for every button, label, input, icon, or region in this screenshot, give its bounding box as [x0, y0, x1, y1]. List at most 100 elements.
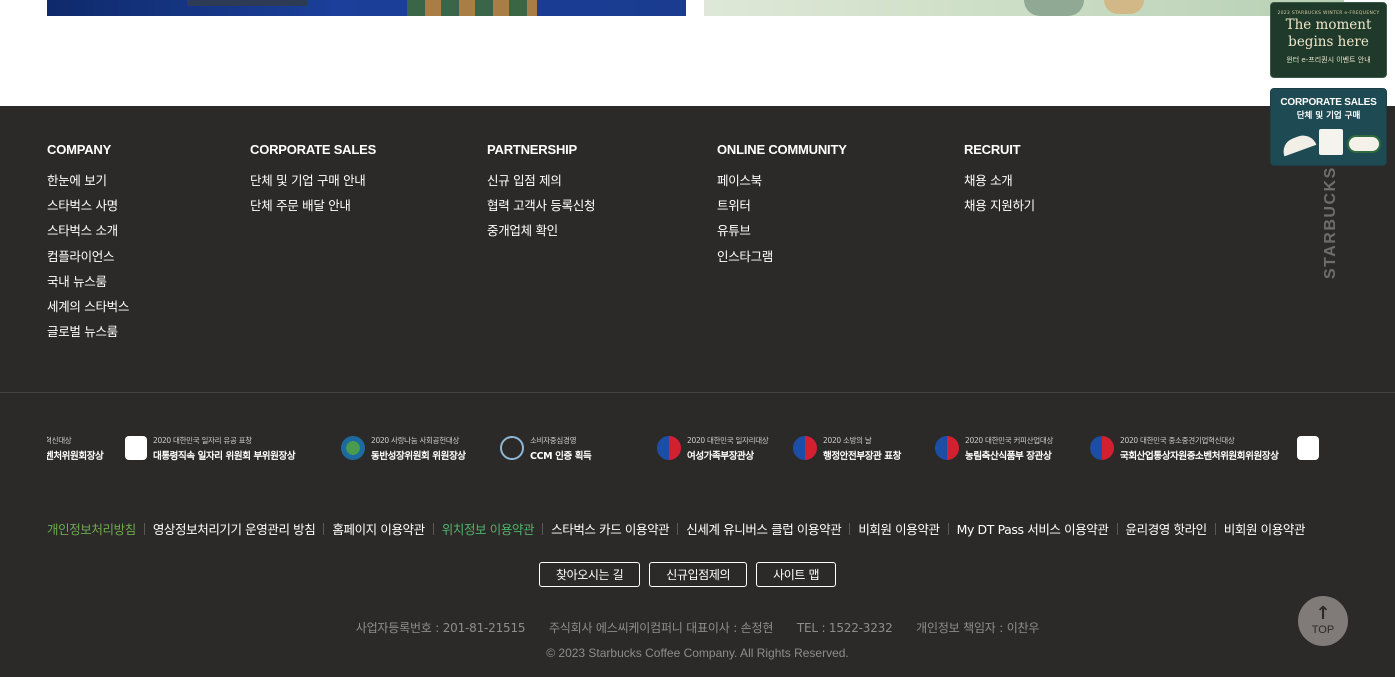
award-item: 2020 대한민국 커피산업대상 농림축산식품부 장관상: [935, 432, 1053, 464]
footer-link[interactable]: 인스타그램: [717, 244, 847, 269]
footer-link[interactable]: 유튜브: [717, 218, 847, 243]
footer-link[interactable]: 스타벅스 소개: [47, 218, 129, 243]
scroll-top-button[interactable]: ↑ TOP: [1298, 596, 1348, 646]
banner-decoration: [1104, 0, 1144, 14]
award-item: 2020 대한민국 중소중견기업혁신대상 국회산업통상자원중소벤처위원회위원장상: [1090, 432, 1279, 464]
footer-divider: [0, 392, 1395, 393]
awards-carousel[interactable]: 혁신대상 벤처위원회장상 2020 대한민국 일자리 유공 표창 대통령직속 일…: [47, 428, 1343, 468]
sitemap-button[interactable]: 사이트 맵: [756, 562, 837, 587]
top-label: TOP: [1311, 624, 1335, 636]
footer-link[interactable]: 컴플라이언스: [47, 244, 129, 269]
banner-title: CORPORATE SALES: [1280, 97, 1377, 108]
shared-growth-icon: [341, 436, 365, 460]
starbucks-vertical-logo: STARBUCKS: [1322, 158, 1342, 283]
banner-title-line2: begins here: [1288, 34, 1369, 50]
award-item: 2020 소방의 날 행정안전부장관 표창: [793, 432, 901, 464]
umbrella-icon: [1279, 131, 1317, 157]
link-separator: [542, 522, 544, 535]
copyright: © 2023 Starbucks Coffee Company. All Rig…: [546, 646, 849, 660]
policy-link-location-terms[interactable]: 위치정보 이용약관: [442, 519, 535, 538]
job-committee-icon: [125, 436, 147, 460]
footer-link[interactable]: 페이스북: [717, 168, 847, 193]
footer-link[interactable]: 단체 및 기업 구매 안내: [250, 168, 376, 193]
company-info: 사업자등록번호 : 201-81-21515 주식회사 에스씨케이컴퍼니 대표이…: [0, 619, 1395, 636]
footer-menu-title: CORPORATE SALES: [250, 142, 377, 157]
award-title: 국회산업통상자원중소벤처위원회위원장상: [1120, 450, 1279, 462]
telephone: TEL : 1522-3232: [796, 621, 893, 635]
job-committee-icon: [1297, 436, 1319, 460]
banner-subtitle: 단체 및 기업 구매: [1296, 111, 1361, 121]
link-separator: [432, 522, 434, 535]
privacy-officer: 개인정보 책임자 : 이찬우: [916, 621, 1040, 635]
award-caption: 2020 대한민국 일자리 유공 표창: [153, 435, 252, 445]
merchandise-illustration: [1271, 123, 1386, 163]
ccm-icon: [500, 436, 524, 460]
taeguk-icon: [793, 436, 817, 460]
brand-wordmark: STARBUCKS: [1322, 166, 1339, 279]
link-separator: [323, 522, 325, 535]
link-separator: [677, 522, 679, 535]
tote-bag-icon: [1319, 129, 1343, 155]
footer-buttons: 찾아오시는 길 신규입점제의 사이트 맵: [539, 562, 837, 587]
footer-menu-title: RECRUIT: [964, 142, 1021, 157]
footer-menu-corporate-sales: CORPORATE SALES 단체 및 기업 구매 안내 단체 주문 배달 안…: [250, 142, 376, 218]
policy-link-homepage-terms[interactable]: 홈페이지 이용약관: [332, 519, 425, 538]
taeguk-icon: [1090, 436, 1114, 460]
award-title: 대통령직속 일자리 위원회 부위원장상: [153, 450, 296, 462]
award-caption: 혁신대상: [47, 435, 72, 445]
award-item: [1297, 432, 1325, 464]
policy-link-guest-terms-2[interactable]: 비회원 이용약관: [1224, 519, 1306, 538]
banner-decoration: [187, 0, 307, 6]
footer-menu-title: PARTNERSHIP: [487, 142, 578, 157]
taeguk-icon: [657, 436, 681, 460]
link-separator: [143, 522, 145, 535]
taeguk-icon: [935, 436, 959, 460]
award-item: 2020 사랑나눔 사회공헌대상 동반성장위원회 위원장상: [341, 432, 466, 464]
policy-link-dt-pass-terms[interactable]: My DT Pass 서비스 이용약관: [957, 519, 1109, 538]
footer-link[interactable]: 중개업체 확인: [487, 218, 595, 243]
award-title: 여성가족부장관상: [687, 450, 754, 462]
policy-link-cctv[interactable]: 영상정보처리기기 운영관리 방침: [153, 519, 316, 538]
award-caption: 2020 사랑나눔 사회공헌대상: [371, 435, 460, 445]
award-item: 2020 대한민국 일자리대상 여성가족부장관상: [657, 432, 769, 464]
directions-button[interactable]: 찾아오시는 길: [539, 562, 641, 587]
footer-link[interactable]: 협력 고객사 등록신청: [487, 193, 595, 218]
policy-link-guest-terms[interactable]: 비회원 이용약관: [858, 519, 940, 538]
promo-banner-right[interactable]: [704, 0, 1344, 16]
footer-link[interactable]: 한눈에 보기: [47, 168, 129, 193]
footer-link[interactable]: 단체 주문 배달 안내: [250, 193, 376, 218]
footer-link[interactable]: 신규 입점 제의: [487, 168, 595, 193]
top-banner-area: [0, 0, 1395, 106]
promo-banner-left[interactable]: [47, 0, 686, 16]
container-icon: [1347, 135, 1381, 153]
footer-menu-partnership: PARTNERSHIP 신규 입점 제의 협력 고객사 등록신청 중개업체 확인: [487, 142, 595, 244]
award-caption: 소비자중심경영: [530, 435, 577, 445]
footer-link[interactable]: 채용 소개: [964, 168, 1035, 193]
link-separator: [849, 522, 851, 535]
policy-link-card-terms[interactable]: 스타벅스 카드 이용약관: [551, 519, 670, 538]
site-footer: COMPANY 한눈에 보기 스타벅스 사명 스타벅스 소개 컴플라이언스 국내…: [0, 106, 1395, 677]
business-number: 사업자등록번호 : 201-81-21515: [355, 621, 526, 635]
award-caption: 2020 대한민국 중소중견기업혁신대상: [1120, 435, 1235, 445]
footer-link[interactable]: 글로벌 뉴스룸: [47, 319, 129, 344]
footer-link[interactable]: 세계의 스타벅스: [47, 294, 129, 319]
banner-decoration: [1024, 0, 1084, 16]
company-ceo: 주식회사 에스씨케이컴퍼니 대표이사 : 손정현: [548, 621, 774, 635]
policy-link-universe-club-terms[interactable]: 신세계 유니버스 클럽 이용약관: [686, 519, 841, 538]
policy-link-privacy[interactable]: 개인정보처리방침: [47, 519, 136, 538]
link-separator: [947, 522, 949, 535]
footer-menu-online-community: ONLINE COMMUNITY 페이스북 트위터 유튜브 인스타그램: [717, 142, 847, 269]
corporate-sales-side-banner[interactable]: CORPORATE SALES 단체 및 기업 구매: [1270, 88, 1387, 166]
footer-link[interactable]: 트위터: [717, 193, 847, 218]
footer-link[interactable]: 스타벅스 사명: [47, 193, 129, 218]
banner-subtitle: 윈터 e-프리퀀시 이벤트 안내: [1286, 56, 1371, 64]
footer-link[interactable]: 채용 지원하기: [964, 193, 1035, 218]
award-title: 벤처위원회장상: [47, 450, 104, 462]
footer-link[interactable]: 국내 뉴스룸: [47, 269, 129, 294]
winter-event-side-banner[interactable]: 2023 STARBUCKS WINTER e-FREQUENCY The mo…: [1270, 2, 1387, 78]
link-separator: [1214, 522, 1216, 535]
policy-link-ethics-hotline[interactable]: 윤리경영 핫라인: [1126, 519, 1208, 538]
award-caption: 2020 소방의 날: [823, 435, 872, 445]
new-store-proposal-button[interactable]: 신규입점제의: [649, 562, 748, 587]
award-caption: 2020 대한민국 커피산업대상: [965, 435, 1054, 445]
